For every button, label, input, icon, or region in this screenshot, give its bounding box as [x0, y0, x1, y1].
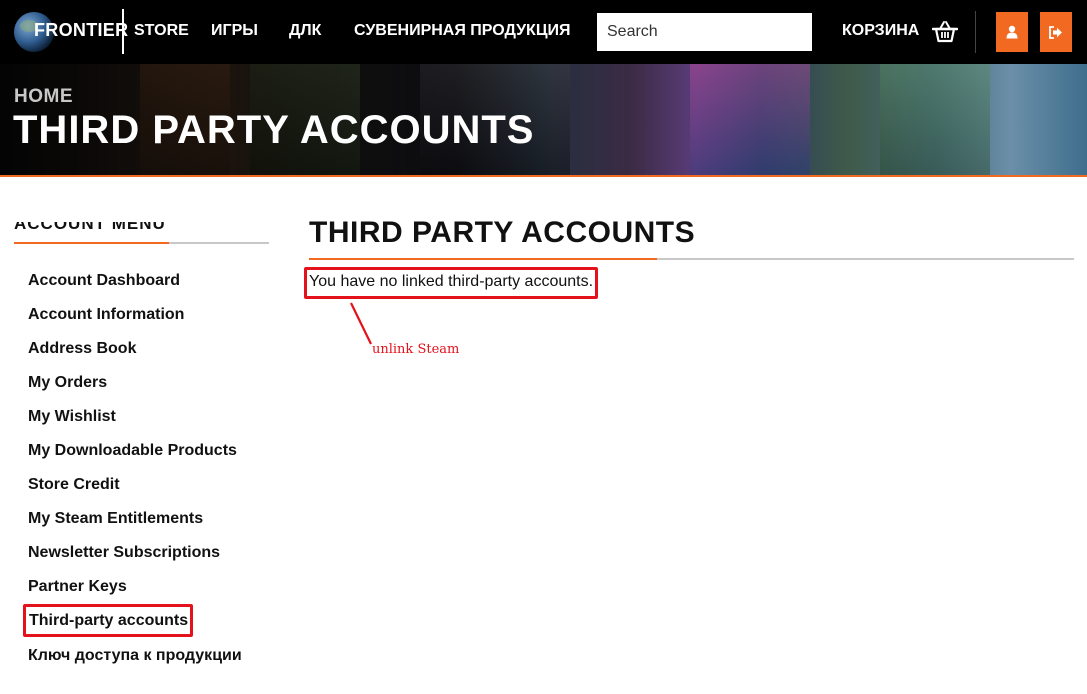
nav-item-merchandise[interactable]: СУВЕНИРНАЯ ПРОДУКЦИЯ: [354, 22, 571, 40]
sidebar-item-my-orders[interactable]: My Orders: [28, 374, 107, 392]
frontier-logo[interactable]: FRONTIER: [14, 10, 128, 54]
logo-divider: [122, 9, 124, 54]
breadcrumb-home[interactable]: HOME: [14, 86, 73, 108]
sign-out-icon: [1049, 25, 1062, 39]
sidebar-item-product-access-key[interactable]: Ключ доступа к продукции: [28, 647, 242, 665]
sidebar-heading: ACCOUNT MENU: [14, 222, 169, 236]
top-navigation-bar: FRONTIER STORE ИГРЫ ДЛК СУВЕНИРНАЯ ПРОДУ…: [0, 0, 1087, 64]
sidebar-item-downloadable-products[interactable]: My Downloadable Products: [28, 442, 237, 460]
sidebar-item-store-credit[interactable]: Store Credit: [28, 476, 120, 494]
logo-text: FRONTIER: [34, 20, 129, 40]
nav-separator: [975, 11, 976, 53]
sidebar-item-partner-keys[interactable]: Partner Keys: [28, 578, 127, 596]
basket-icon[interactable]: [932, 20, 958, 44]
nav-item-games[interactable]: ИГРЫ: [211, 22, 258, 40]
sidebar-item-address-book[interactable]: Address Book: [28, 340, 136, 358]
banner-image-tile: [690, 64, 810, 175]
cart-link[interactable]: КОРЗИНА: [842, 22, 919, 40]
account-button[interactable]: [996, 12, 1028, 52]
user-icon: [1006, 25, 1018, 39]
page-banner: HOME THIRD PARTY ACCOUNTS: [0, 64, 1087, 175]
sidebar-item-account-dashboard[interactable]: Account Dashboard: [28, 272, 180, 290]
sidebar-item-account-information[interactable]: Account Information: [28, 306, 184, 324]
title-divider-accent: [309, 258, 657, 260]
annotation-note: unlink Steam: [372, 342, 460, 357]
banner-image-tile: [880, 64, 990, 175]
search-input[interactable]: [597, 13, 812, 51]
sidebar-heading-text: ACCOUNT MENU: [14, 222, 166, 233]
annotation-box-message: [304, 267, 598, 299]
sign-out-button[interactable]: [1040, 12, 1072, 52]
annotation-box-sidebar-item: [23, 604, 193, 637]
page-title: THIRD PARTY ACCOUNTS: [309, 216, 696, 249]
banner-title: THIRD PARTY ACCOUNTS: [13, 108, 535, 152]
nav-item-store[interactable]: STORE: [134, 22, 189, 40]
sidebar-item-steam-entitlements[interactable]: My Steam Entitlements: [28, 510, 203, 528]
sidebar-item-my-wishlist[interactable]: My Wishlist: [28, 408, 116, 426]
nav-item-dlc[interactable]: ДЛК: [289, 22, 321, 40]
sidebar-divider-accent: [14, 242, 169, 244]
sidebar-item-newsletter-subscriptions[interactable]: Newsletter Subscriptions: [28, 544, 220, 562]
banner-accent-line: [0, 175, 1087, 177]
